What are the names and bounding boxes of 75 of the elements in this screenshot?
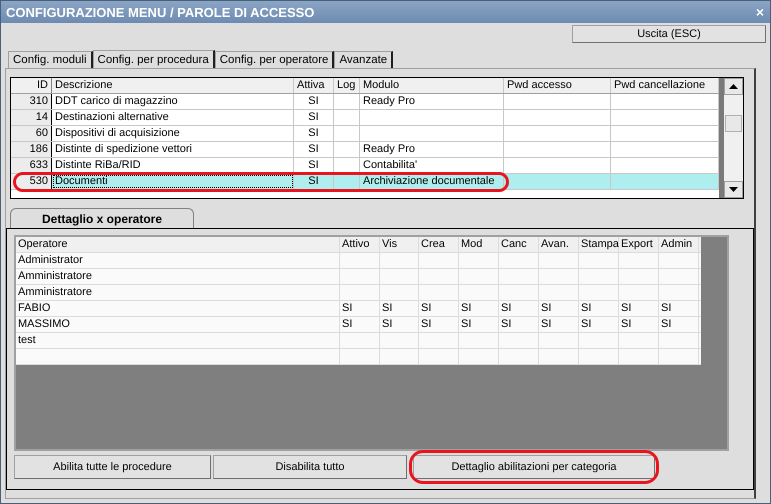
table-cell: SI xyxy=(294,174,334,189)
tab[interactable]: Config. per procedura xyxy=(92,50,215,69)
column-header: Canc xyxy=(499,237,539,252)
table-cell: SI xyxy=(579,317,619,332)
table-cell: SI xyxy=(579,301,619,316)
tab[interactable]: Dettaglio x operatore xyxy=(10,208,194,228)
tab[interactable]: Config. moduli xyxy=(8,51,93,68)
table-cell: SI xyxy=(380,301,419,316)
column-header: Pwd accesso xyxy=(504,78,611,93)
table-cell: Administrator xyxy=(16,253,340,268)
exit-button[interactable]: Uscita (ESC) xyxy=(572,25,766,43)
table-cell: Archiviazione documentale xyxy=(360,174,504,189)
table-cell: SI xyxy=(340,317,380,332)
table-cell: Ready Pro xyxy=(360,94,504,109)
table-cell: 60 xyxy=(11,126,52,141)
tab[interactable]: Avanzate xyxy=(334,51,394,68)
column-header: Operatore xyxy=(16,237,340,252)
tab[interactable]: Config. per operatore xyxy=(214,51,334,68)
column-header: Vis xyxy=(380,237,419,252)
action-button[interactable]: Abilita tutte le procedure xyxy=(14,455,211,479)
column-header: Mod xyxy=(459,237,499,252)
table-cell: SI xyxy=(619,317,659,332)
table-cell: Distinte di spedizione vettori xyxy=(52,142,294,157)
column-header: Avan. xyxy=(539,237,579,252)
table-cell: SI xyxy=(459,317,499,332)
column-header: ID xyxy=(11,78,52,93)
table-cell: Amministratore xyxy=(16,285,340,300)
table-cell: Distinte RiBa/RID xyxy=(52,158,294,173)
table-cell: SI xyxy=(659,317,699,332)
column-header: Crea xyxy=(419,237,459,252)
table-cell: SI xyxy=(619,301,659,316)
table-cell: Ready Pro xyxy=(360,142,504,157)
table-cell: SI xyxy=(419,301,459,316)
scroll-thumb[interactable] xyxy=(725,115,742,132)
up-arrow-icon xyxy=(729,84,738,89)
column-header: Attiva xyxy=(294,78,334,93)
table-cell: SI xyxy=(294,142,334,157)
table-cell: Contabilita' xyxy=(360,158,504,173)
table-cell: SI xyxy=(539,301,579,316)
table-cell: 186 xyxy=(11,142,52,157)
table-cell: SI xyxy=(499,301,539,316)
down-arrow-icon xyxy=(729,187,738,192)
table-cell: SI xyxy=(294,158,334,173)
column-header: Export xyxy=(619,237,659,252)
table-cell: 14 xyxy=(11,110,52,125)
table-cell: SI xyxy=(340,301,380,316)
table-cell: test xyxy=(16,333,340,348)
table-cell: Dispositivi di acquisizione xyxy=(52,126,294,141)
column-header: Descrizione xyxy=(52,78,294,93)
table-cell: SI xyxy=(459,301,499,316)
table-cell: 310 xyxy=(11,94,52,109)
table-cell: Amministratore xyxy=(16,269,340,284)
table-cell: SI xyxy=(294,110,334,125)
table-cell: SI xyxy=(659,301,699,316)
table-cell: SI xyxy=(419,317,459,332)
table-cell: Destinazioni alternative xyxy=(52,110,294,125)
table-cell: DDT carico di magazzino xyxy=(52,94,294,109)
table-cell: 633 xyxy=(11,158,52,173)
column-header: Attivo xyxy=(340,237,380,252)
table-cell: SI xyxy=(294,126,334,141)
table-cell: SI xyxy=(294,94,334,109)
table-cell: MASSIMO xyxy=(16,317,340,332)
window-title: CONFIGURAZIONE MENU / PAROLE DI ACCESSO xyxy=(6,4,314,20)
column-header: Stampa xyxy=(579,237,619,252)
action-button[interactable]: Disabilita tutto xyxy=(213,455,407,479)
table-cell: Documenti xyxy=(52,174,294,189)
column-header: Modulo xyxy=(360,78,504,93)
table-cell: SI xyxy=(499,317,539,332)
table-cell: SI xyxy=(380,317,419,332)
scrollbar[interactable] xyxy=(719,78,743,198)
column-header: Log xyxy=(334,78,360,93)
table-cell: SI xyxy=(539,317,579,332)
action-button[interactable]: Dettaglio abilitazioni per categoria xyxy=(413,455,655,479)
column-header: Admin xyxy=(659,237,699,252)
table-cell: FABIO xyxy=(16,301,340,316)
